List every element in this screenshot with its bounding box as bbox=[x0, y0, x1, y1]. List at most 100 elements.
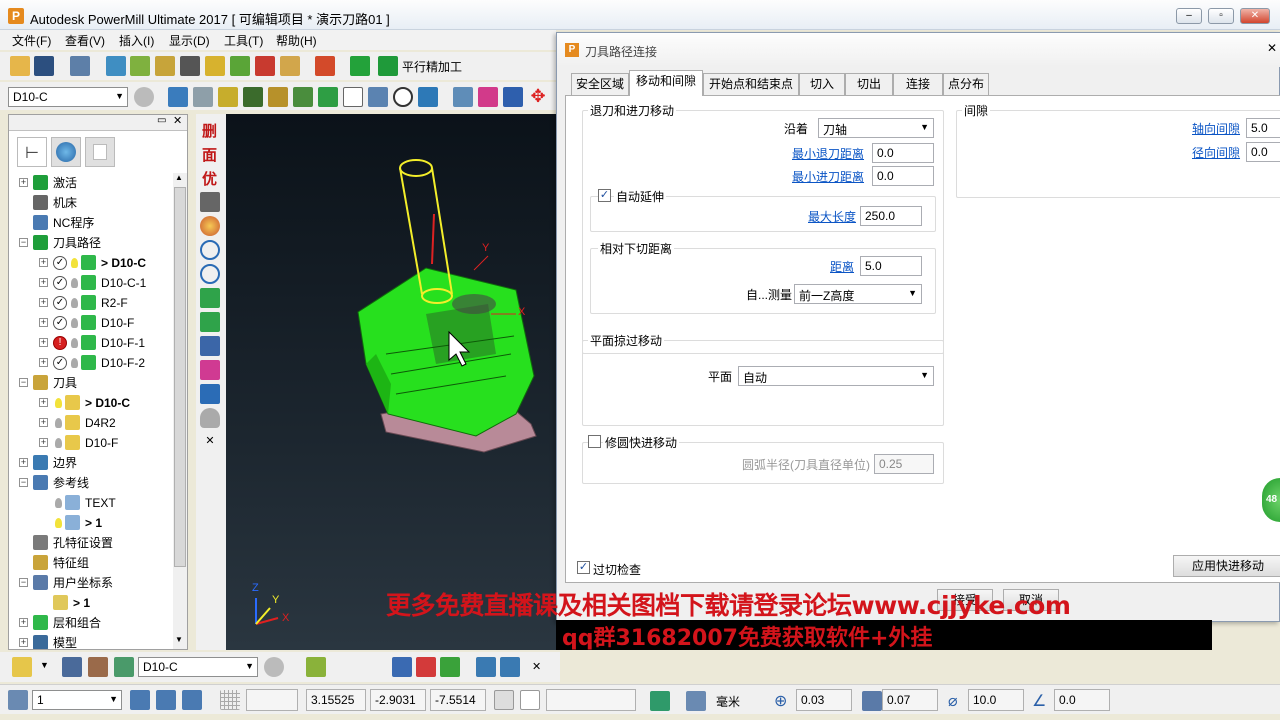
scroll-up-icon[interactable]: ▲ bbox=[175, 173, 183, 182]
crosshair-icon[interactable] bbox=[200, 264, 220, 284]
pin-icon[interactable]: ▭ bbox=[157, 115, 166, 126]
erase-icon[interactable] bbox=[500, 657, 520, 677]
machine-icon[interactable] bbox=[315, 56, 335, 76]
bulb-icon[interactable] bbox=[55, 498, 62, 508]
expand-toggle[interactable]: + bbox=[19, 638, 28, 647]
open-icon[interactable] bbox=[10, 56, 30, 76]
expand-toggle[interactable]: + bbox=[39, 358, 48, 367]
tree-item[interactable]: + ✓ D10-C-1 bbox=[9, 273, 177, 293]
measure-icon[interactable] bbox=[418, 87, 438, 107]
tool-shape-icon[interactable] bbox=[134, 87, 154, 107]
bulb-icon[interactable] bbox=[55, 438, 62, 448]
feed-rate-icon[interactable] bbox=[155, 56, 175, 76]
menu-tools[interactable]: 工具(T) bbox=[224, 32, 263, 49]
shade-icon[interactable] bbox=[200, 384, 220, 404]
toolpath-point-icon[interactable] bbox=[416, 657, 436, 677]
radial-clearance-link[interactable]: 径向间隙 bbox=[1192, 144, 1240, 161]
maximize-button[interactable]: ▫ bbox=[1208, 8, 1234, 24]
angle-value[interactable]: 0.0 bbox=[1054, 689, 1110, 711]
thickness-value[interactable]: 0.07 bbox=[882, 689, 938, 711]
min-retract-link[interactable]: 最小退刀距离 bbox=[792, 145, 864, 162]
tree-item[interactable]: + 模型 bbox=[9, 633, 177, 649]
workplane-icon[interactable] bbox=[243, 87, 263, 107]
grid-icon[interactable] bbox=[220, 690, 240, 710]
toolpath-verify-icon[interactable] bbox=[255, 56, 275, 76]
toolpath-strategy-icon[interactable] bbox=[350, 56, 370, 76]
level-icon[interactable] bbox=[318, 87, 338, 107]
menu-insert[interactable]: 插入(I) bbox=[119, 32, 154, 49]
workplane-icon[interactable] bbox=[130, 690, 150, 710]
parallel-finish-icon[interactable] bbox=[378, 56, 398, 76]
tree-item[interactable]: + ✓ R2-F bbox=[9, 293, 177, 313]
tab-recycle[interactable] bbox=[85, 137, 115, 167]
feed-icon[interactable] bbox=[306, 657, 326, 677]
explorer-scrollbar[interactable]: ▲ ▼ bbox=[173, 173, 187, 649]
leads-links-icon[interactable] bbox=[180, 56, 200, 76]
scrollbar-thumb[interactable] bbox=[174, 187, 186, 567]
feature-icon[interactable] bbox=[268, 87, 288, 107]
zoom-fit-icon[interactable] bbox=[200, 288, 220, 308]
light-icon[interactable] bbox=[200, 408, 220, 428]
distance-link[interactable]: 距离 bbox=[830, 258, 854, 275]
tree-item[interactable]: + ✓ D10-F-2 bbox=[9, 353, 177, 373]
clock-icon[interactable] bbox=[393, 87, 413, 107]
axial-clearance-input[interactable]: 5.0 bbox=[1246, 118, 1280, 138]
tab-web[interactable] bbox=[51, 137, 81, 167]
along-select[interactable]: 刀轴 ▼ bbox=[818, 118, 934, 138]
tool-holder-icon[interactable] bbox=[62, 657, 82, 677]
bulb-icon[interactable] bbox=[71, 358, 78, 368]
stock-model-icon[interactable] bbox=[293, 87, 313, 107]
radial-clearance-input[interactable]: 0.0 bbox=[1246, 142, 1280, 162]
expand-toggle[interactable]: + bbox=[39, 338, 48, 347]
circle-icon[interactable] bbox=[200, 240, 220, 260]
scroll-down-icon[interactable]: ▼ bbox=[175, 635, 183, 644]
bulb-icon[interactable] bbox=[71, 338, 78, 348]
strategy-label[interactable]: 平行精加工 bbox=[402, 58, 462, 75]
expand-toggle[interactable]: + bbox=[39, 438, 48, 447]
block-icon[interactable] bbox=[106, 56, 126, 76]
max-length-link[interactable]: 最大长度 bbox=[808, 208, 856, 225]
expand-toggle[interactable]: + bbox=[39, 278, 48, 287]
save-icon[interactable] bbox=[34, 56, 54, 76]
arc-radius-input[interactable]: 0.25 bbox=[874, 454, 934, 474]
layer-icon[interactable] bbox=[8, 690, 28, 710]
bulb-icon[interactable] bbox=[55, 518, 62, 528]
tree-item[interactable]: > 1 bbox=[9, 593, 177, 613]
expand-toggle[interactable]: + bbox=[39, 258, 48, 267]
tool-tip-icon[interactable] bbox=[114, 657, 134, 677]
tool-shank-icon[interactable] bbox=[88, 657, 108, 677]
tree-item[interactable]: 特征组 bbox=[9, 553, 177, 573]
expand-toggle[interactable]: − bbox=[19, 578, 28, 587]
gouge-check-checkbox[interactable]: ✓ bbox=[577, 561, 590, 574]
tree-item[interactable]: NC程序 bbox=[9, 213, 177, 233]
expand-toggle[interactable]: + bbox=[19, 618, 28, 627]
list-icon[interactable] bbox=[343, 87, 363, 107]
end-point-icon[interactable] bbox=[230, 56, 250, 76]
tolerance-value[interactable]: 0.03 bbox=[796, 689, 852, 711]
start-point-icon[interactable] bbox=[205, 56, 225, 76]
tab-explorer[interactable]: ⊢ bbox=[17, 137, 47, 167]
tab-links[interactable]: 连接 bbox=[893, 73, 943, 95]
vtool-text-1[interactable]: 删 bbox=[202, 120, 217, 141]
bulb-icon[interactable] bbox=[71, 298, 78, 308]
min-retract-input[interactable]: 0.0 bbox=[872, 143, 934, 163]
dialog-close-icon[interactable]: ✕ bbox=[1267, 41, 1277, 55]
tree-item[interactable]: − 参考线 bbox=[9, 473, 177, 493]
toolpath-draw-icon[interactable] bbox=[392, 657, 412, 677]
vtool-text-3[interactable]: 优 bbox=[202, 168, 217, 189]
bulb-icon[interactable] bbox=[71, 258, 78, 268]
tree-item[interactable]: + ✓ > D10-C bbox=[9, 253, 177, 273]
wireframe-icon[interactable] bbox=[503, 87, 523, 107]
tree-item[interactable]: 孔特征设置 bbox=[9, 533, 177, 553]
menu-view[interactable]: 查看(V) bbox=[65, 32, 105, 49]
tree-item[interactable]: − 刀具 bbox=[9, 373, 177, 393]
vtool-text-2[interactable]: 面 bbox=[202, 144, 217, 165]
bulb-icon[interactable] bbox=[55, 398, 62, 408]
section-icon[interactable] bbox=[200, 360, 220, 380]
palette-icon[interactable] bbox=[200, 216, 220, 236]
tree-item[interactable]: > 1 bbox=[9, 513, 177, 533]
bottom-tool-combo[interactable]: D10-C ▼ bbox=[138, 657, 258, 677]
bulb-icon[interactable] bbox=[71, 278, 78, 288]
tab-moves-gaps[interactable]: 移动和间隙 bbox=[629, 70, 703, 96]
rapid-move-icon[interactable] bbox=[130, 56, 150, 76]
